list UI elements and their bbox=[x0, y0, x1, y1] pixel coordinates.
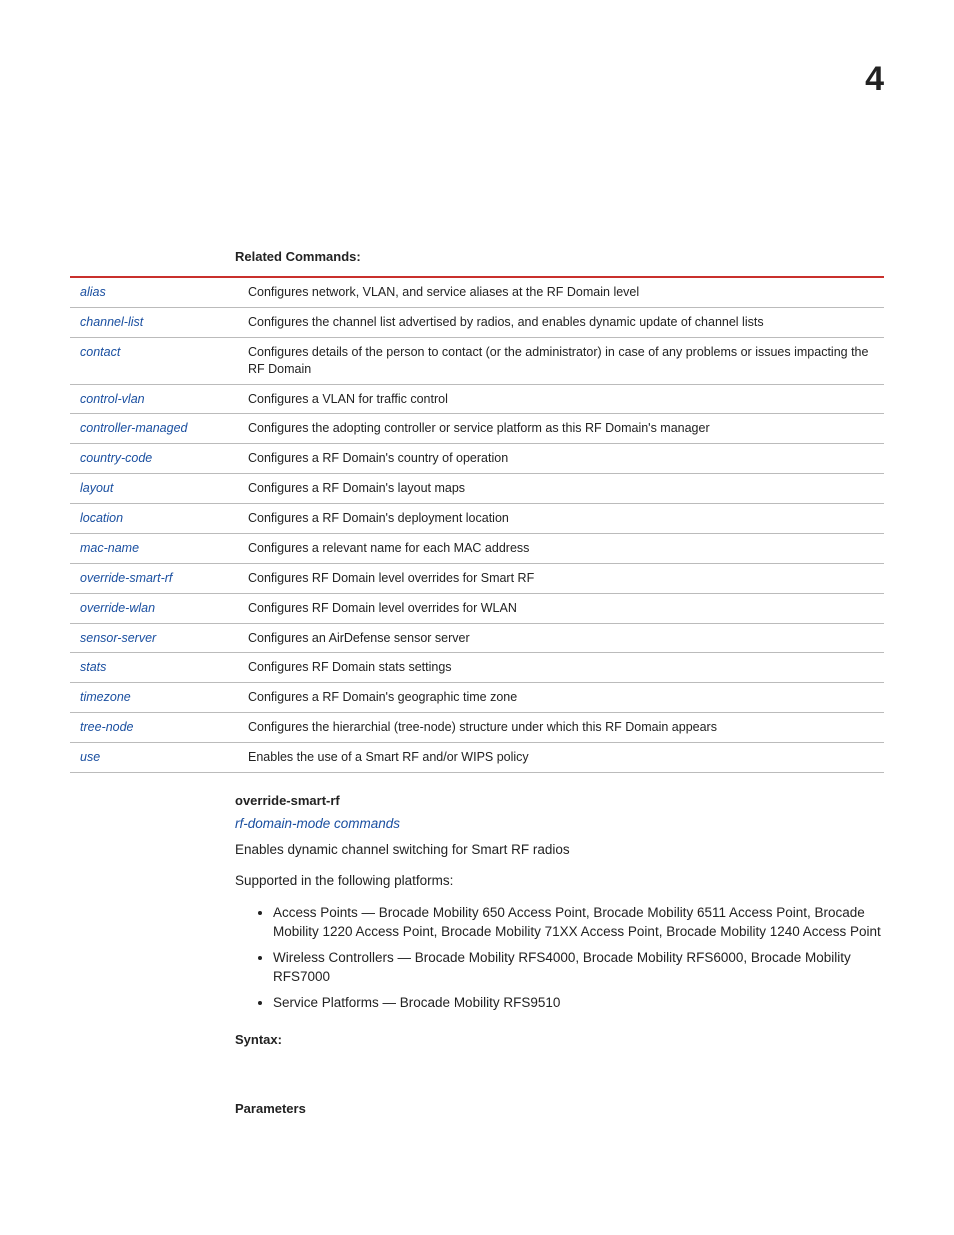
list-item: Wireless Controllers — Brocade Mobility … bbox=[273, 948, 884, 987]
table-row: tree-node Configures the hierarchial (tre… bbox=[70, 713, 884, 743]
command-link[interactable]: sensor-server bbox=[80, 631, 156, 645]
command-link[interactable]: channel-list bbox=[80, 315, 143, 329]
command-description: Configures RF Domain stats settings bbox=[244, 653, 884, 683]
list-item: Access Points — Brocade Mobility 650 Acc… bbox=[273, 903, 884, 942]
command-link[interactable]: country-code bbox=[80, 451, 152, 465]
table-row: control-vlan Configures a VLAN for traffi… bbox=[70, 384, 884, 414]
section-intro: Enables dynamic channel switching for Sm… bbox=[235, 841, 884, 860]
section-title: override-smart-rf bbox=[235, 793, 884, 808]
table-row: layout Configures a RF Domain's layout ma… bbox=[70, 474, 884, 504]
command-link[interactable]: override-smart-rf bbox=[80, 571, 172, 585]
command-description: Enables the use of a Smart RF and/or WIP… bbox=[244, 743, 884, 773]
related-commands-table: alias Configures network, VLAN, and servi… bbox=[70, 276, 884, 773]
command-description: Configures a RF Domain's layout maps bbox=[244, 474, 884, 504]
command-description: Configures an AirDefense sensor server bbox=[244, 623, 884, 653]
command-link[interactable]: contact bbox=[80, 345, 120, 359]
command-link[interactable]: timezone bbox=[80, 690, 131, 704]
command-link[interactable]: tree-node bbox=[80, 720, 134, 734]
command-description: Configures a relevant name for each MAC … bbox=[244, 533, 884, 563]
table-row: channel-list Configures the channel list … bbox=[70, 307, 884, 337]
table-row: sensor-server Configures an AirDefense se… bbox=[70, 623, 884, 653]
command-link[interactable]: mac-name bbox=[80, 541, 139, 555]
parameters-heading: Parameters bbox=[235, 1101, 884, 1116]
table-row: override-smart-rf Configures RF Domain le… bbox=[70, 563, 884, 593]
command-description: Configures the hierarchial (tree-node) s… bbox=[244, 713, 884, 743]
cross-reference-link[interactable]: rf-domain-mode commands bbox=[235, 816, 884, 831]
command-description: Configures a RF Domain's country of oper… bbox=[244, 444, 884, 474]
table-row: controller-managed Configures the adoptin… bbox=[70, 414, 884, 444]
command-description: Configures the adopting controller or se… bbox=[244, 414, 884, 444]
command-description: Configures a RF Domain's deployment loca… bbox=[244, 504, 884, 534]
table-row: country-code Configures a RF Domain's cou… bbox=[70, 444, 884, 474]
command-link[interactable]: control-vlan bbox=[80, 392, 145, 406]
syntax-heading: Syntax: bbox=[235, 1032, 884, 1047]
supported-platforms-label: Supported in the following platforms: bbox=[235, 872, 884, 891]
command-link[interactable]: location bbox=[80, 511, 123, 525]
command-description: Configures network, VLAN, and service al… bbox=[244, 277, 884, 307]
table-row: override-wlan Configures RF Domain level … bbox=[70, 593, 884, 623]
command-description: Configures the channel list advertised b… bbox=[244, 307, 884, 337]
platforms-list: Access Points — Brocade Mobility 650 Acc… bbox=[235, 903, 884, 1013]
table-row: timezone Configures a RF Domain's geograp… bbox=[70, 683, 884, 713]
command-link[interactable]: stats bbox=[80, 660, 106, 674]
list-item: Service Platforms — Brocade Mobility RFS… bbox=[273, 993, 884, 1013]
command-description: Configures RF Domain level overrides for… bbox=[244, 593, 884, 623]
related-commands-heading: Related Commands: bbox=[235, 249, 884, 264]
table-row: mac-name Configures a relevant name for e… bbox=[70, 533, 884, 563]
command-link[interactable]: controller-managed bbox=[80, 421, 187, 435]
command-description: Configures a RF Domain's geographic time… bbox=[244, 683, 884, 713]
table-row: use Enables the use of a Smart RF and/or … bbox=[70, 743, 884, 773]
table-row: stats Configures RF Domain stats settings bbox=[70, 653, 884, 683]
table-row: alias Configures network, VLAN, and servi… bbox=[70, 277, 884, 307]
command-link[interactable]: layout bbox=[80, 481, 113, 495]
command-link[interactable]: use bbox=[80, 750, 100, 764]
table-row: location Configures a RF Domain's deploym… bbox=[70, 504, 884, 534]
table-row: contact Configures details of the person … bbox=[70, 337, 884, 384]
command-description: Configures details of the person to cont… bbox=[244, 337, 884, 384]
chapter-number: 4 bbox=[70, 60, 884, 99]
command-link[interactable]: alias bbox=[80, 285, 106, 299]
command-description: Configures RF Domain level overrides for… bbox=[244, 563, 884, 593]
command-description: Configures a VLAN for traffic control bbox=[244, 384, 884, 414]
command-link[interactable]: override-wlan bbox=[80, 601, 155, 615]
